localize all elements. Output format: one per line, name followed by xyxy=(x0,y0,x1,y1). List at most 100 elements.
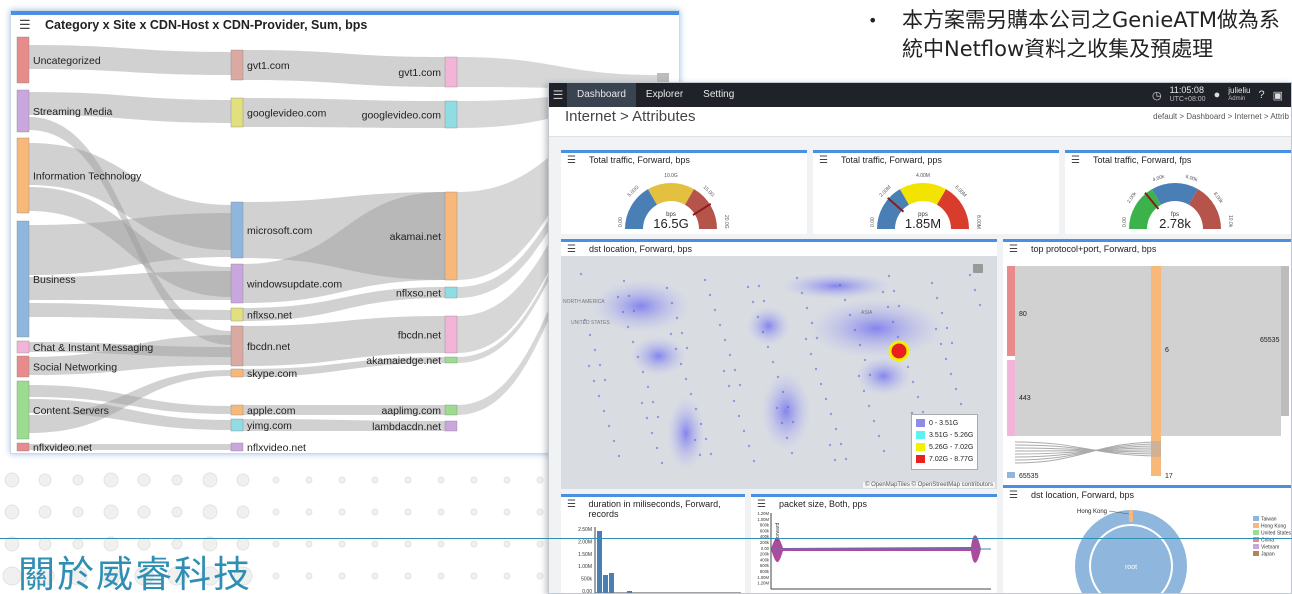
menu-icon[interactable]: ☰ xyxy=(19,17,31,33)
sankey-label: lambdacdn.net xyxy=(372,421,441,433)
decorative-dot xyxy=(4,504,20,520)
heat-point xyxy=(757,284,761,288)
legend-swatch xyxy=(1253,523,1259,528)
menu-icon[interactable]: ☰ xyxy=(567,499,577,510)
gauge-min-label: 0.00 xyxy=(1122,217,1128,227)
gauge-max-label: 10.0k xyxy=(1227,215,1233,228)
heat-blob xyxy=(630,336,687,376)
sankey-label: nflxvideo.net xyxy=(247,442,306,454)
heat-point xyxy=(949,372,953,376)
sankey-node-host xyxy=(444,356,458,364)
heat-point xyxy=(756,315,760,319)
gauge-tick-label: 6.00k xyxy=(1185,174,1199,184)
duration-histogram: 2.50M 2.00M 1.50M 1.00M 500k 0.00 xyxy=(578,527,741,594)
heat-point xyxy=(844,457,848,461)
legend-label: Taiwan xyxy=(1261,517,1277,523)
hotspot-marker xyxy=(888,340,910,362)
legend-label: Hong Kong xyxy=(1261,524,1286,530)
heat-point xyxy=(694,407,698,411)
heat-point xyxy=(781,390,785,394)
menu-icon[interactable]: ☰ xyxy=(567,244,577,255)
heat-blob xyxy=(779,272,893,300)
heat-point xyxy=(626,325,630,329)
y-tick-label: 0.00 xyxy=(582,589,592,594)
heat-point xyxy=(699,422,703,426)
decorative-dot xyxy=(371,508,379,516)
card-header: ☰ dst location, Forward, bps xyxy=(561,242,997,256)
sankey-label: nflxso.net xyxy=(396,288,441,300)
help-icon[interactable]: ? xyxy=(1258,89,1264,101)
heat-point xyxy=(592,379,596,383)
decorative-dot xyxy=(536,540,544,548)
heat-point xyxy=(703,278,707,282)
heat-point xyxy=(746,285,750,289)
print-icon[interactable]: ▣ xyxy=(1273,89,1283,102)
decorative-dot xyxy=(137,473,151,487)
decorative-dot xyxy=(272,476,280,484)
sankey-node-category xyxy=(16,36,30,84)
menu-icon[interactable]: ☰ xyxy=(567,155,577,166)
decorative-dot xyxy=(272,572,280,580)
menu-icon[interactable]: ☰ xyxy=(1009,244,1019,255)
heat-point xyxy=(670,301,674,305)
world-map[interactable]: NORTH AMERICA UNITED STATES ASIA 0 - 3.51G… xyxy=(561,256,997,489)
heat-point xyxy=(641,370,645,374)
dst-pie-card: ☰ dst location, Forward, bps Hong Kong roo… xyxy=(1003,485,1292,593)
legend-label: 3.51G - 5.26G xyxy=(929,432,974,439)
decorative-dot xyxy=(103,504,119,520)
legend-item: 7.02G - 8.77G xyxy=(916,454,973,466)
tab-setting[interactable]: Setting xyxy=(693,83,744,107)
menu-icon[interactable]: ☰ xyxy=(1009,490,1019,501)
heat-point xyxy=(862,389,866,393)
heat-point xyxy=(675,316,679,320)
heat-point xyxy=(945,326,949,330)
heat-point xyxy=(819,382,823,386)
heat-point xyxy=(834,427,838,431)
legend-swatch xyxy=(1253,530,1259,535)
gauge-card-pps: ☰ Total traffic, Forward, pps pps 1.85M 0.0… xyxy=(813,150,1059,234)
menu-icon[interactable]: ☰ xyxy=(1071,155,1081,166)
heat-point xyxy=(588,333,592,337)
sankey-label: googlevideo.com xyxy=(362,110,442,122)
heat-point xyxy=(935,296,939,300)
sankey-label: Streaming Media xyxy=(33,106,113,118)
clock-icon: ◷ xyxy=(1151,89,1162,102)
tab-explorer[interactable]: Explorer xyxy=(636,83,693,107)
heat-point xyxy=(839,442,843,446)
decorative-dot xyxy=(371,476,379,484)
decorative-dot xyxy=(437,540,445,548)
sankey-node-host xyxy=(444,286,458,299)
menu-icon[interactable]: ☰ xyxy=(549,88,567,102)
page-header: Internet > Attributes default > Dashboar… xyxy=(549,107,1291,137)
legend-label: United States xyxy=(1261,531,1292,537)
tab-dashboard[interactable]: Dashboard xyxy=(567,83,636,107)
heat-point xyxy=(978,303,982,307)
nav-right: ◷ 11:05:08 UTC+08:00 ● julieliu Admin ? … xyxy=(1152,86,1291,104)
decorative-dot xyxy=(72,506,84,518)
decorative-dot xyxy=(38,473,52,487)
sankey-node-host xyxy=(444,420,458,432)
menu-icon[interactable]: ☰ xyxy=(819,155,829,166)
card-title: dst location, Forward, bps xyxy=(1031,490,1135,500)
sankey-node-host xyxy=(444,100,458,129)
heat-point xyxy=(747,444,751,448)
sankey-node-host xyxy=(444,404,458,416)
heat-point xyxy=(602,409,606,413)
heat-point xyxy=(579,272,583,276)
heat-point xyxy=(660,461,664,465)
heat-point xyxy=(886,305,890,309)
heat-point xyxy=(944,357,948,361)
menu-icon[interactable]: ☰ xyxy=(757,499,767,510)
sankey-label: gvt1.com xyxy=(398,67,441,79)
map-card: ☰ dst location, Forward, bps NORTH AMERIC… xyxy=(561,239,997,489)
heat-point xyxy=(804,337,808,341)
sankey-label: skype.com xyxy=(247,368,297,380)
user-name: julieliu xyxy=(1228,86,1251,95)
breadcrumb-text[interactable]: default > Dashboard > Internet > Attrib xyxy=(1153,112,1289,121)
legend-swatch xyxy=(1253,516,1259,521)
heat-point xyxy=(868,373,872,377)
gauge-tick-label: 6.00M xyxy=(953,184,967,198)
user-menu[interactable]: julieliu Admin xyxy=(1228,86,1250,104)
protocol-label: 17 xyxy=(1165,473,1173,480)
sankey-node-host xyxy=(444,56,458,88)
